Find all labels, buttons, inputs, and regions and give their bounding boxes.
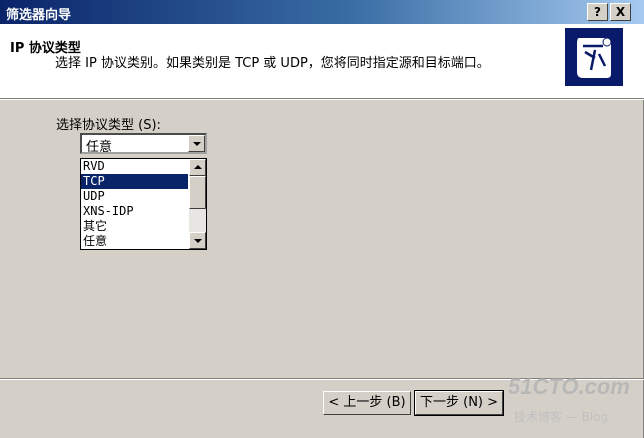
chevron-up-icon	[194, 165, 202, 169]
scroll-down-button[interactable]	[189, 232, 206, 249]
combo-value: 任意	[86, 140, 113, 155]
protocol-type-combo[interactable]: 任意	[80, 133, 207, 155]
scroll-up-button[interactable]	[189, 159, 206, 176]
combo-dropdown-button[interactable]	[188, 135, 205, 152]
watermark-brand: 51CTO.com	[508, 374, 630, 399]
help-button[interactable]: ?	[587, 3, 608, 21]
list-item-selected[interactable]: TCP	[81, 173, 189, 190]
page-title: IP 协议类型	[10, 41, 81, 56]
list-item[interactable]: XNS-IDP	[81, 204, 188, 219]
back-button[interactable]: < 上一步 (B)	[323, 391, 411, 415]
protocol-type-label: 选择协议类型 (S):	[56, 118, 161, 133]
title-bar[interactable]: 筛选器向导 ? X	[0, 0, 644, 24]
list-item[interactable]: 其它	[81, 219, 188, 234]
next-button[interactable]: 下一步 (N) >	[414, 390, 504, 416]
watermark-subtitle: 技术博客 — Blog	[514, 410, 609, 424]
wizard-header: IP 协议类型 选择 IP 协议类别。如果类别是 TCP 或 UDP，您将同时指…	[0, 24, 644, 98]
chevron-down-icon	[194, 239, 202, 243]
page-description: 选择 IP 协议类别。如果类别是 TCP 或 UDP，您将同时指定源和目标端口。	[55, 56, 490, 71]
wizard-scroll-icon	[565, 28, 623, 86]
scroll-thumb[interactable]	[189, 176, 206, 209]
list-item[interactable]: RVD	[81, 159, 188, 174]
list-item[interactable]: UDP	[81, 189, 188, 204]
close-button[interactable]: X	[610, 3, 631, 21]
list-scrollbar[interactable]	[189, 159, 206, 249]
filter-wizard-window: 筛选器向导 ? X IP 协议类型 选择 IP 协议类别。如果类别是 TCP 或…	[0, 0, 644, 438]
protocol-dropdown-list[interactable]: RVD TCP UDP XNS-IDP 其它 任意	[80, 158, 207, 250]
chevron-down-icon	[193, 142, 201, 146]
header-divider-highlight	[0, 99, 644, 100]
window-title: 筛选器向导	[6, 8, 72, 23]
list-item[interactable]: 任意	[81, 234, 188, 249]
